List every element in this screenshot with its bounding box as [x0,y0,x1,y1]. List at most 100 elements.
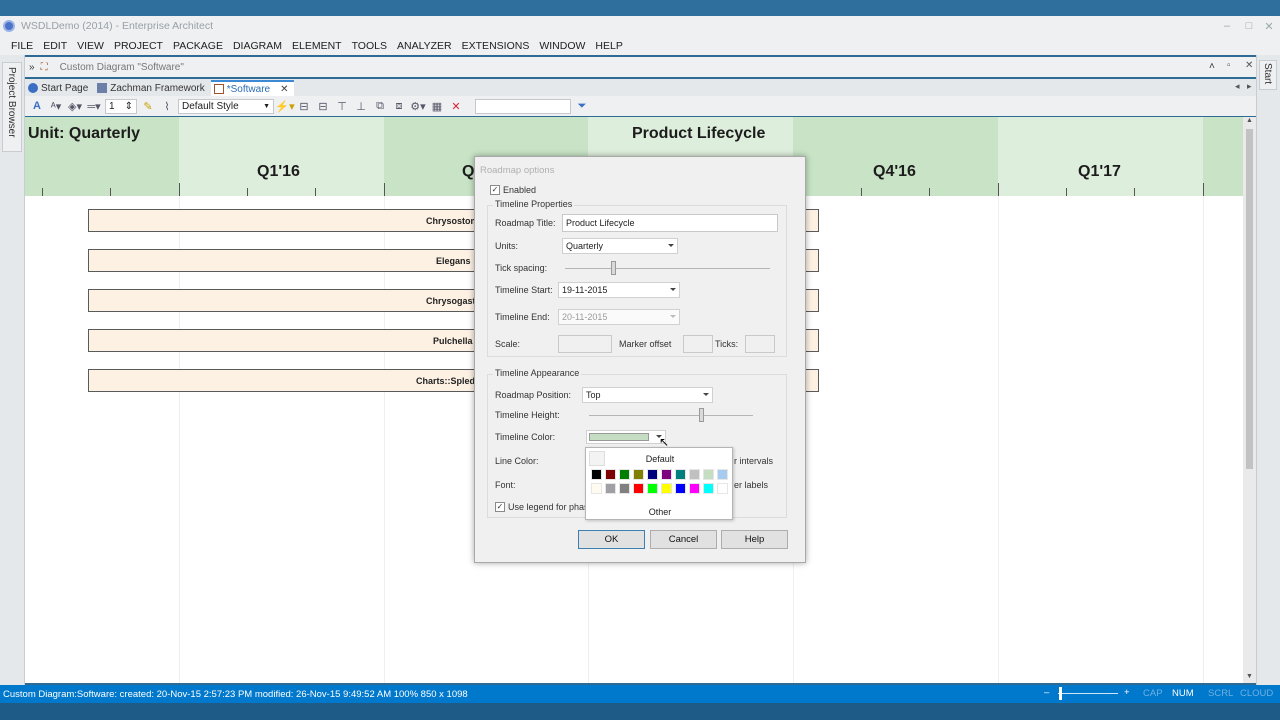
scale-input[interactable] [558,335,612,353]
color-swatch[interactable] [591,483,602,494]
format-painter-icon[interactable]: ✎ [140,99,156,113]
menu-file[interactable]: FILE [6,40,38,52]
delete-icon[interactable]: ✕ [448,99,464,113]
color-swatch[interactable] [689,469,700,480]
roadmap-position-label: Roadmap Position: [495,390,572,400]
space-evenly-icon[interactable]: ⧈ [391,99,407,113]
menu-window[interactable]: WINDOW [534,40,590,52]
search-input[interactable] [475,98,571,114]
timeline-start-date[interactable]: 19-11-2015 [558,282,680,298]
align-top-icon[interactable]: ⊤ [334,99,350,113]
brush-icon[interactable]: ⌇ [159,99,175,113]
menu-diagram[interactable]: DIAGRAM [228,40,287,52]
zoom-slider[interactable] [1059,687,1062,700]
apply-style-icon[interactable]: ⚡▾ [275,99,294,113]
color-swatch[interactable] [717,469,728,480]
tick-spacing-slider[interactable] [611,261,616,275]
scroll-down-icon[interactable]: ▼ [1246,673,1253,680]
quarter-label: Q4'16 [873,163,916,180]
tab-start-page[interactable]: Start Page [25,80,94,96]
color-swatch[interactable] [661,469,672,480]
line-color-icon[interactable]: ═▾ [86,99,102,113]
color-swatch[interactable] [619,469,630,480]
zoom-in-icon[interactable]: + [1124,687,1130,698]
maximize-icon[interactable]: □ [1238,16,1260,36]
ticks-input[interactable] [745,335,775,353]
use-legend-checkbox[interactable]: ✓ [495,502,505,512]
tab-software[interactable]: *Software ✕ [210,80,295,96]
color-swatch[interactable] [647,469,658,480]
color-swatch[interactable] [675,483,686,494]
scroll-up-icon[interactable]: ▲ [1246,117,1253,124]
menu-element[interactable]: ELEMENT [287,40,347,52]
close-tab-icon[interactable]: ✕ [280,84,288,95]
timeline-color-picker[interactable] [586,430,666,444]
default-color-option[interactable]: Default [586,454,734,464]
pin-icon[interactable]: ▫ [1227,60,1231,71]
start-tab[interactable]: Start [1259,60,1277,90]
same-size-icon[interactable]: ⧉ [372,99,388,113]
minor-tick [110,188,111,196]
timeline-color-swatch [589,433,649,441]
align-left-icon[interactable]: ⊟ [296,99,312,113]
close-icon[interactable]: ✕ [1258,16,1280,36]
color-swatch[interactable] [633,483,644,494]
style-select[interactable]: Default Style ▼ [178,98,274,114]
diagram-toolbar: A ᴬ▾ ◈▾ ═▾ 1 ⇕ ✎ ⌇ Default Style ▼ ⚡▾ ⊟ ⊟ … [25,96,1256,116]
color-swatch[interactable] [661,483,672,494]
collapse-icon[interactable]: ˄ [1209,61,1215,72]
color-swatch[interactable] [703,469,714,480]
color-swatch[interactable] [633,469,644,480]
expand-icon[interactable]: » [29,62,35,73]
roadmap-position-select[interactable]: Top [582,387,713,403]
vertical-scrollbar[interactable]: ▲ ▼ [1243,117,1256,683]
menu-help[interactable]: HELP [590,40,627,52]
roadmap-title-input[interactable]: Product Lifecycle [562,214,778,232]
cloud-indicator: CLOUD [1240,688,1274,699]
color-swatch[interactable] [703,483,714,494]
menu-view[interactable]: VIEW [72,40,109,52]
minimize-icon[interactable]: – [1216,16,1238,36]
timeline-height-slider[interactable] [699,408,704,422]
timeline-end-label: Timeline End: [495,312,550,322]
align-bottom-icon[interactable]: ⊥ [353,99,369,113]
layout-icon[interactable]: ⚙▾ [410,99,426,113]
menu-analyzer[interactable]: ANALYZER [392,40,457,52]
filter-icon[interactable]: ⏷ [574,99,590,113]
marker-offset-input[interactable] [683,335,713,353]
properties-icon[interactable]: ▦ [429,99,445,113]
color-swatch[interactable] [675,469,686,480]
color-swatch[interactable] [689,483,700,494]
color-swatch[interactable] [619,483,630,494]
close-panel-icon[interactable]: ✕ [1245,60,1253,71]
color-swatch[interactable] [605,469,616,480]
zoom-out-icon[interactable]: – [1044,687,1049,698]
line-width-stepper[interactable]: 1 ⇕ [105,98,137,114]
color-swatch[interactable] [717,483,728,494]
menu-package[interactable]: PACKAGE [168,40,228,52]
tab-zachman-framework[interactable]: Zachman Framework [94,80,210,96]
timeline-end-date[interactable]: 20-11-2015 [558,309,680,325]
ok-button[interactable]: OK [578,530,645,549]
scroll-thumb[interactable] [1246,129,1253,469]
units-select[interactable]: Quarterly [562,238,678,254]
tabs-scroll-right-icon[interactable]: ▸ [1247,81,1252,92]
menu-edit[interactable]: EDIT [38,40,72,52]
color-swatch[interactable] [605,483,616,494]
quarter-label: Q [462,163,475,180]
color-swatch[interactable] [591,469,602,480]
cancel-button[interactable]: Cancel [650,530,717,549]
align-right-icon[interactable]: ⊟ [315,99,331,113]
project-browser-tab[interactable]: Project Browser [2,62,22,152]
menu-extensions[interactable]: EXTENSIONS [457,40,535,52]
enabled-checkbox[interactable]: ✓ [490,185,500,195]
other-color-option[interactable]: Other [586,507,734,517]
color-swatch[interactable] [647,483,658,494]
tabs-scroll-left-icon[interactable]: ◂ [1235,81,1240,92]
text-color-icon[interactable]: ᴬ▾ [48,99,64,113]
font-icon[interactable]: A [29,99,45,113]
fill-color-icon[interactable]: ◈▾ [67,99,83,113]
help-button[interactable]: Help [721,530,788,549]
menu-project[interactable]: PROJECT [109,40,168,52]
menu-tools[interactable]: TOOLS [347,40,392,52]
